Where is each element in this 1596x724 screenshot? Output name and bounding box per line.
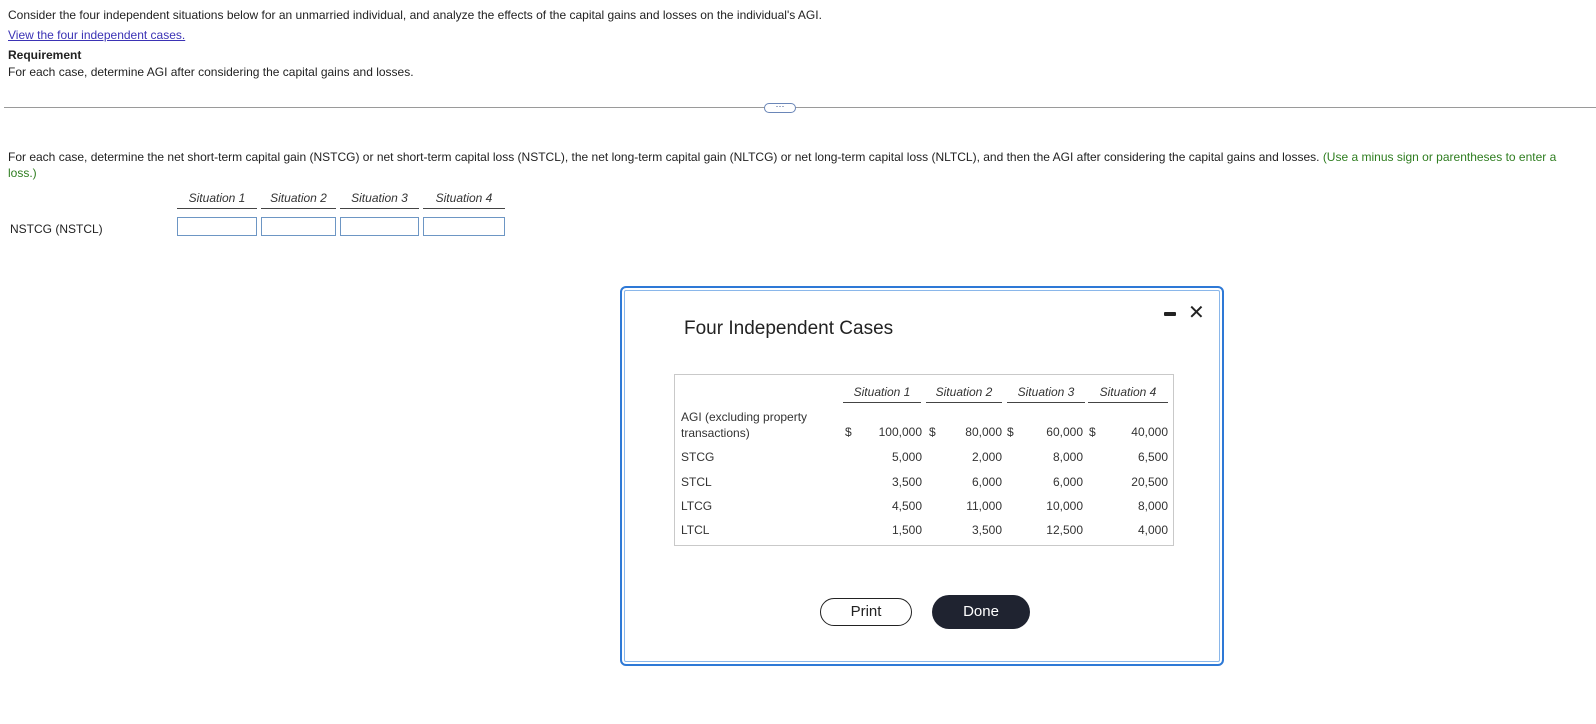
nstcg-input-situation-3[interactable] — [340, 217, 419, 236]
nstcg-input-situation-2[interactable] — [261, 217, 336, 236]
case-cell: 4,500 — [891, 499, 922, 513]
answer-col-situation-2: Situation 2 — [261, 191, 336, 209]
case-cell: 3,500 — [971, 523, 1002, 537]
case-cell: 8,000 — [1137, 499, 1168, 513]
case-col-situation-2: Situation 2 — [926, 385, 1002, 403]
nstcg-row-label: NSTCG (NSTCL) — [10, 222, 103, 236]
done-button[interactable]: Done — [932, 595, 1030, 629]
case-cell: 8,000 — [1052, 450, 1083, 464]
case-row-label-agi: AGI (excluding property transactions) — [681, 410, 808, 440]
currency-sign: $ — [929, 425, 936, 439]
currency-sign: $ — [1089, 425, 1096, 439]
section-divider — [4, 107, 1596, 108]
case-cell: 10,000 — [1046, 499, 1083, 513]
case-cell: 6,000 — [1052, 475, 1083, 489]
currency-sign: $ — [1007, 425, 1014, 439]
instruction-main: For each case, determine the net short-t… — [8, 150, 1320, 164]
nstcg-input-situation-4[interactable] — [423, 217, 505, 236]
print-button[interactable]: Print — [820, 598, 912, 626]
requirement-title: Requirement — [8, 48, 82, 62]
case-col-situation-4: Situation 4 — [1088, 385, 1168, 403]
currency-sign: $ — [845, 425, 852, 439]
view-cases-link[interactable]: View the four independent cases. — [8, 28, 185, 42]
close-icon[interactable]: ✕ — [1188, 303, 1205, 323]
case-cell: 60,000 — [1046, 425, 1083, 439]
requirement-text: For each case, determine AGI after consi… — [8, 65, 414, 79]
question-intro: Consider the four independent situations… — [8, 8, 822, 22]
minimize-icon[interactable] — [1164, 312, 1176, 316]
case-row-label-ltcg: LTCG — [681, 499, 713, 513]
case-col-situation-1: Situation 1 — [843, 385, 921, 403]
nstcg-input-situation-1[interactable] — [177, 217, 257, 236]
case-cell: 80,000 — [965, 425, 1002, 439]
case-cell: 1,500 — [891, 523, 922, 537]
case-cell: 6,500 — [1137, 450, 1168, 464]
case-cell: 11,000 — [966, 499, 1002, 513]
case-cell: 100,000 — [878, 425, 922, 439]
case-cell: 4,000 — [1137, 523, 1168, 537]
case-cell: 20,500 — [1131, 475, 1168, 489]
cases-dialog: Four Independent Cases ✕ Situation 1 Sit… — [620, 286, 1224, 666]
cases-table: Situation 1 Situation 2 Situation 3 Situ… — [674, 374, 1174, 546]
answer-col-situation-3: Situation 3 — [340, 191, 419, 209]
case-cell: 5,000 — [891, 450, 922, 464]
instruction-text: For each case, determine the net short-t… — [8, 149, 1568, 181]
case-cell: 6,000 — [971, 475, 1002, 489]
case-row-label-stcl: STCL — [681, 475, 712, 489]
expand-more-button[interactable]: ⋯ — [764, 102, 796, 113]
case-cell: 2,000 — [971, 450, 1002, 464]
case-cell: 12,500 — [1046, 523, 1083, 537]
case-row-label-stcg: STCG — [681, 450, 715, 464]
case-col-situation-3: Situation 3 — [1007, 385, 1085, 403]
case-cell: 3,500 — [891, 475, 922, 489]
case-row-label-ltcl: LTCL — [681, 523, 710, 537]
answer-col-situation-1: Situation 1 — [177, 191, 257, 209]
answer-col-situation-4: Situation 4 — [423, 191, 505, 209]
dialog-title: Four Independent Cases — [684, 318, 894, 339]
case-cell: 40,000 — [1131, 425, 1168, 439]
